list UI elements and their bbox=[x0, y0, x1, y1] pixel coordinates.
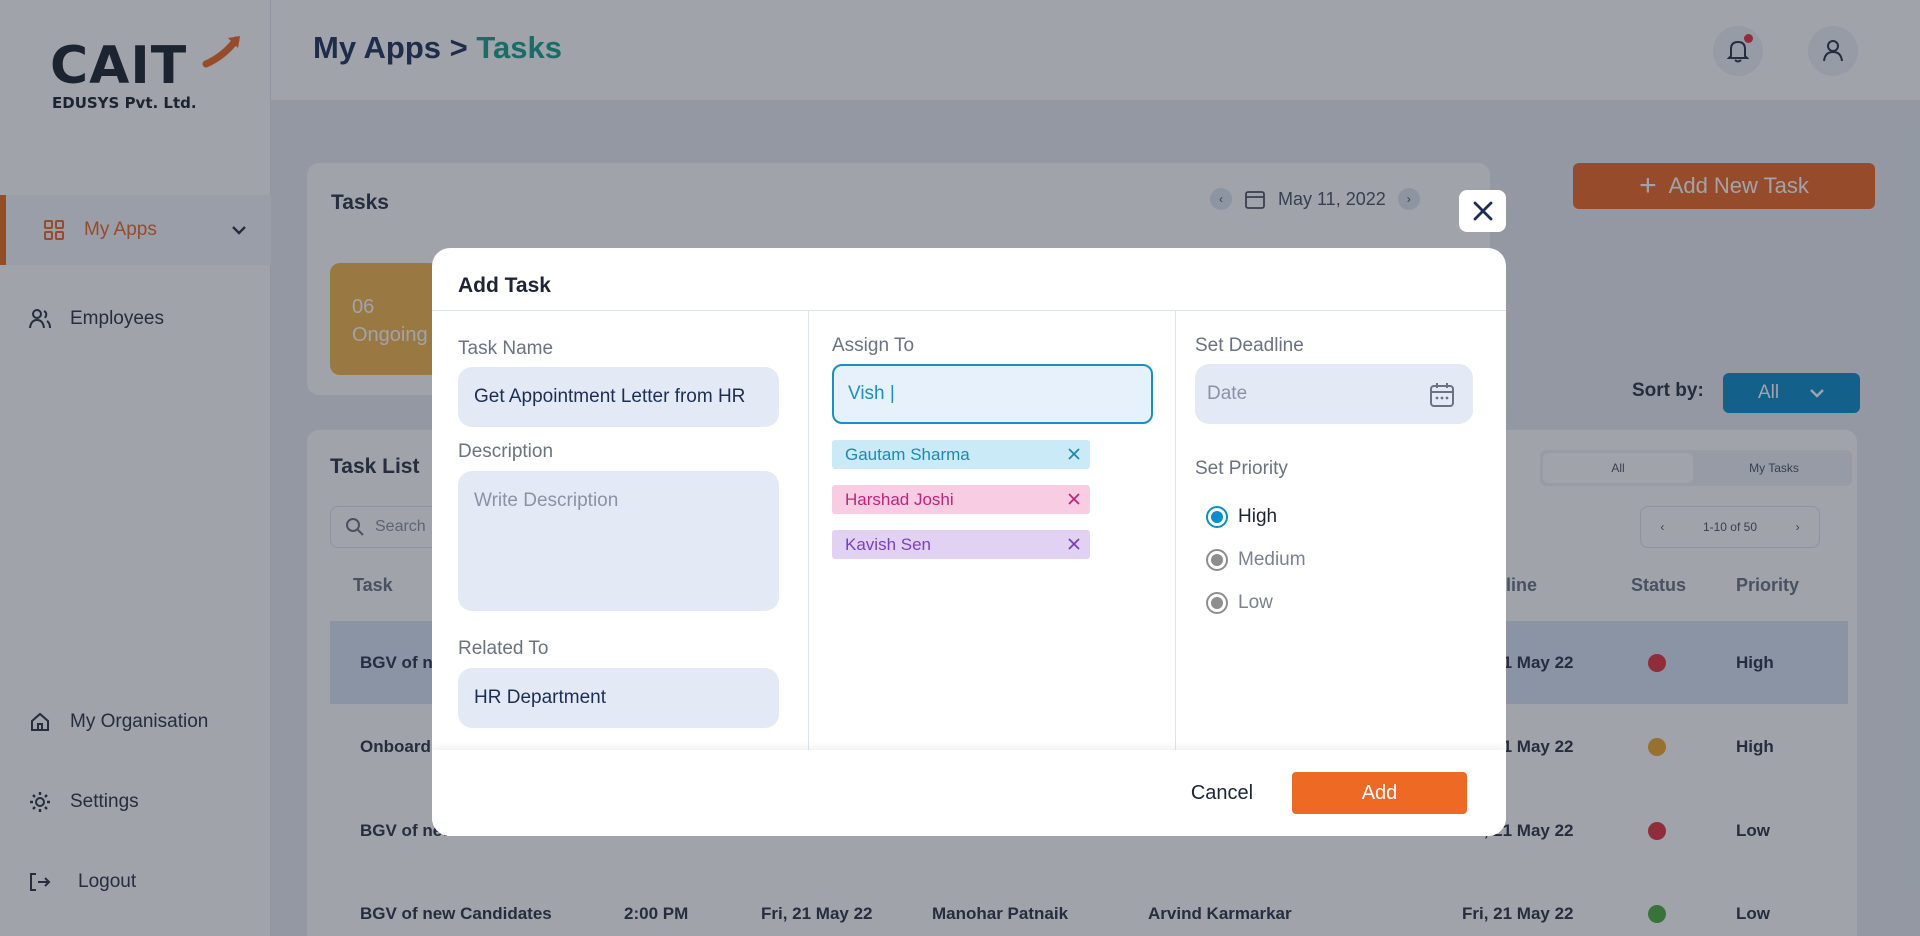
radio-circle bbox=[1206, 506, 1228, 528]
remove-chip-icon[interactable] bbox=[1066, 491, 1082, 507]
cancel-button[interactable]: Cancel bbox=[1164, 772, 1280, 814]
calendar-icon[interactable] bbox=[1429, 382, 1455, 408]
assign-to-input[interactable]: Vish | bbox=[832, 364, 1153, 424]
priority-medium-radio[interactable]: Medium bbox=[1206, 549, 1306, 571]
priority-low-label: Low bbox=[1238, 592, 1273, 613]
set-priority-label: Set Priority bbox=[1195, 458, 1288, 479]
task-name-label: Task Name bbox=[458, 338, 554, 359]
set-deadline-label: Set Deadline bbox=[1195, 335, 1304, 356]
priority-low-radio[interactable]: Low bbox=[1206, 592, 1273, 614]
deadline-placeholder: Date bbox=[1207, 383, 1248, 404]
modal-footer: Cancel Add bbox=[432, 750, 1506, 836]
radio-circle bbox=[1206, 592, 1228, 614]
related-to-label: Related To bbox=[458, 638, 549, 659]
deadline-date-input[interactable]: Date bbox=[1195, 364, 1473, 424]
add-button[interactable]: Add bbox=[1292, 772, 1467, 814]
modal-header: Add Task bbox=[432, 248, 1506, 311]
description-textarea[interactable]: Write Description bbox=[458, 471, 779, 611]
assignee-chip-label: Gautam Sharma bbox=[845, 444, 970, 464]
column-divider bbox=[808, 311, 809, 751]
assignee-chip: Kavish Sen bbox=[832, 530, 1090, 559]
assignee-chip: Gautam Sharma bbox=[832, 440, 1090, 469]
close-icon bbox=[1473, 201, 1492, 221]
priority-medium-label: Medium bbox=[1238, 549, 1306, 570]
modal-close-button[interactable] bbox=[1459, 190, 1506, 232]
priority-high-radio[interactable]: High bbox=[1206, 506, 1277, 528]
modal-title: Add Task bbox=[458, 274, 551, 297]
assignee-chip: Harshad Joshi bbox=[832, 485, 1090, 514]
related-to-input[interactable]: HR Department bbox=[458, 668, 779, 728]
add-task-modal: Add Task Task Name Get Appointment Lette… bbox=[432, 248, 1506, 836]
description-label: Description bbox=[458, 441, 554, 462]
column-divider bbox=[1175, 311, 1176, 751]
radio-circle bbox=[1206, 549, 1228, 571]
task-name-input[interactable]: Get Appointment Letter from HR bbox=[458, 367, 779, 427]
assignee-chip-label: Harshad Joshi bbox=[845, 489, 954, 509]
priority-high-label: High bbox=[1238, 506, 1278, 527]
assignee-chip-label: Kavish Sen bbox=[845, 534, 931, 554]
remove-chip-icon[interactable] bbox=[1066, 536, 1082, 552]
remove-chip-icon[interactable] bbox=[1066, 446, 1082, 462]
assign-to-label: Assign To bbox=[832, 335, 915, 356]
